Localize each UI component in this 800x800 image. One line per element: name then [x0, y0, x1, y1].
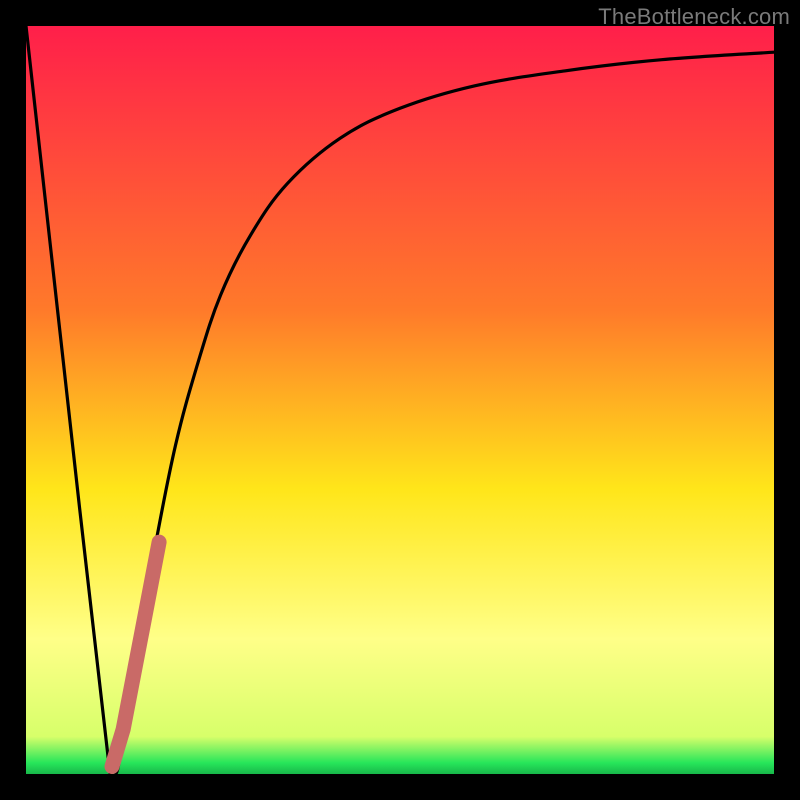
plot-area [26, 26, 774, 774]
plot-svg [26, 26, 774, 774]
chart-frame: TheBottleneck.com [0, 0, 800, 800]
